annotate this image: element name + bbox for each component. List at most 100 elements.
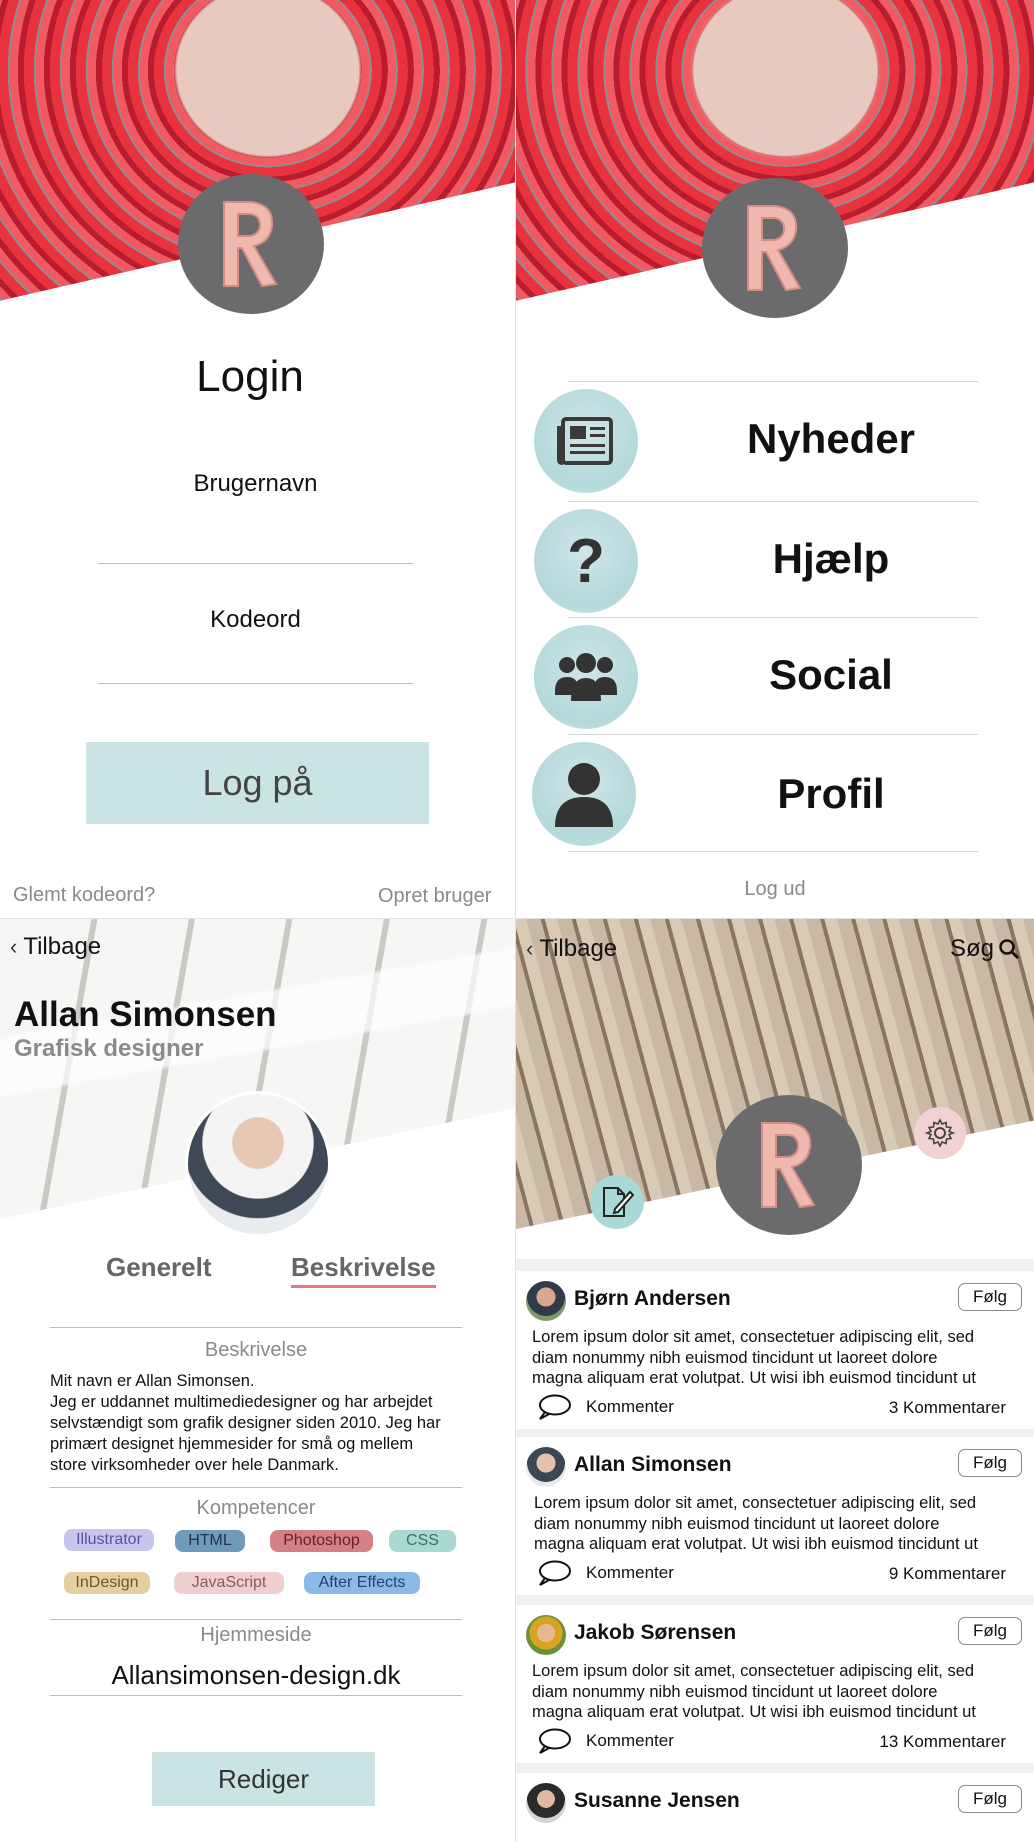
app-logo bbox=[178, 174, 324, 314]
post-text-line: Lorem ipsum dolor sit amet, consectetuer… bbox=[532, 1662, 975, 1680]
skills-title: Kompetencer bbox=[196, 1497, 316, 1519]
section-divider bbox=[50, 1695, 462, 1696]
post-text-line: Lorem ipsum dolor sit amet, consectetuer… bbox=[534, 1494, 977, 1512]
post-text-line: magna aliquam erat volutpat. Ut wisi ibh… bbox=[532, 1703, 976, 1721]
avatar bbox=[526, 1447, 566, 1487]
username-underline bbox=[98, 563, 413, 564]
post-author[interactable]: Allan Simonsen bbox=[574, 1453, 732, 1477]
skill-chip: Illustrator bbox=[64, 1529, 154, 1551]
password-underline bbox=[98, 683, 413, 684]
follow-button[interactable]: Følg bbox=[958, 1617, 1022, 1645]
login-button[interactable]: Log på bbox=[86, 742, 429, 824]
skill-chip: InDesign bbox=[64, 1572, 150, 1594]
menu-label-hjaelp: Hjælp bbox=[772, 535, 890, 582]
profile-role: Grafisk designer bbox=[14, 1035, 204, 1062]
post-text-line: diam nonummy nibh euismod tincidunt ut l… bbox=[532, 1348, 938, 1367]
back-label: Tilbage bbox=[539, 935, 618, 962]
chevron-left-icon: ‹ bbox=[526, 936, 534, 961]
question-icon: ? bbox=[534, 509, 638, 613]
avatar bbox=[526, 1783, 566, 1823]
follow-button[interactable]: Følg bbox=[958, 1785, 1022, 1813]
post-text: Lorem ipsum dolor sit amet, consectetuer… bbox=[534, 1493, 1024, 1555]
menu-label-profil: Profil bbox=[777, 770, 885, 817]
avatar bbox=[526, 1281, 566, 1321]
post-text-line: magna aliquam erat volutpat. Ut wisi ibh… bbox=[532, 1369, 976, 1387]
feed-post: Bjørn Andersen Følg Lorem ipsum dolor si… bbox=[516, 1271, 1034, 1429]
description-line: primært designet hjemmesider for små og … bbox=[50, 1435, 414, 1453]
new-post-button[interactable] bbox=[590, 1175, 644, 1229]
comment-button[interactable]: Kommenter bbox=[536, 1393, 674, 1421]
homepage-link[interactable]: Allansimonsen-design.dk bbox=[50, 1660, 462, 1691]
post-text-line: diam nonummy nibh euismod tincidunt ut l… bbox=[532, 1682, 938, 1701]
comment-label: Kommenter bbox=[586, 1731, 674, 1750]
edit-button[interactable]: Rediger bbox=[152, 1752, 375, 1806]
post-author[interactable]: Jakob Sørensen bbox=[574, 1621, 736, 1645]
skill-chip: JavaScript bbox=[174, 1572, 284, 1594]
profile-screen: ‹ Tilbage Allan Simonsen Grafisk designe… bbox=[0, 919, 515, 1842]
speech-bubble-icon bbox=[539, 1560, 571, 1586]
back-button[interactable]: ‹ Tilbage bbox=[526, 935, 617, 963]
feed-post: Allan Simonsen Følg Lorem ipsum dolor si… bbox=[516, 1437, 1034, 1595]
feed-post: Jakob Sørensen Følg Lorem ipsum dolor si… bbox=[516, 1605, 1034, 1763]
r-logo-icon bbox=[761, 1122, 816, 1209]
back-label: Tilbage bbox=[23, 933, 102, 960]
logout-link[interactable]: Log ud bbox=[516, 878, 1034, 901]
post-text-line: magna aliquam erat volutpat. Ut wisi ibh… bbox=[534, 1535, 978, 1553]
back-button[interactable]: ‹ Tilbage bbox=[10, 933, 101, 961]
menu-divider bbox=[568, 617, 978, 618]
description-text: Mit navn er Allan Simonsen. Jeg er uddan… bbox=[50, 1371, 462, 1476]
menu-label-nyheder: Nyheder bbox=[746, 415, 916, 462]
post-text-line: Lorem ipsum dolor sit amet, consectetuer… bbox=[532, 1328, 975, 1346]
profile-avatar bbox=[185, 1091, 331, 1237]
description-line: Mit navn er Allan Simonsen. bbox=[50, 1372, 255, 1390]
person-icon bbox=[532, 742, 636, 846]
menu-divider bbox=[568, 734, 978, 735]
comment-count[interactable]: 3 Kommentarer bbox=[889, 1398, 1006, 1418]
description-line: selvstændigt som grafik designer siden 2… bbox=[50, 1414, 441, 1432]
speech-bubble-icon bbox=[539, 1728, 571, 1754]
tab-generelt[interactable]: Generelt bbox=[106, 1252, 212, 1283]
settings-button[interactable] bbox=[914, 1107, 966, 1159]
skill-chip: Photoshop bbox=[270, 1530, 373, 1552]
profile-name: Allan Simonsen bbox=[14, 995, 277, 1034]
skill-chip: After Effects bbox=[304, 1572, 420, 1594]
password-field[interactable]: Kodeord bbox=[98, 606, 413, 634]
post-author[interactable]: Bjørn Andersen bbox=[574, 1287, 731, 1311]
post-text: Lorem ipsum dolor sit amet, consectetuer… bbox=[532, 1661, 1022, 1723]
follow-button[interactable]: Følg bbox=[958, 1283, 1022, 1311]
description-line: Jeg er uddannet multimediedesigner og ha… bbox=[50, 1393, 433, 1411]
username-field[interactable]: Brugernavn bbox=[98, 470, 413, 498]
comment-count[interactable]: 13 Kommentarer bbox=[879, 1732, 1006, 1752]
menu-label-social: Social bbox=[769, 651, 893, 698]
comment-button[interactable]: Kommenter bbox=[536, 1559, 674, 1587]
create-user-link[interactable]: Opret bruger bbox=[378, 885, 491, 908]
newspaper-icon bbox=[534, 389, 638, 493]
chevron-left-icon: ‹ bbox=[10, 934, 18, 959]
skill-chip: CSS bbox=[389, 1530, 456, 1552]
follow-button[interactable]: Følg bbox=[958, 1449, 1022, 1477]
feed-post: Susanne Jensen Følg bbox=[516, 1773, 1034, 1842]
comment-label: Kommenter bbox=[586, 1563, 674, 1582]
post-author[interactable]: Susanne Jensen bbox=[574, 1789, 740, 1813]
menu-divider bbox=[568, 501, 978, 502]
skill-chip: HTML bbox=[175, 1530, 245, 1552]
app-logo bbox=[716, 1095, 862, 1235]
comment-count[interactable]: 9 Kommentarer bbox=[889, 1564, 1006, 1584]
forgot-password-link[interactable]: Glemt kodeord? bbox=[13, 884, 155, 907]
menu-divider bbox=[568, 851, 978, 852]
section-divider bbox=[50, 1619, 462, 1620]
section-divider bbox=[50, 1327, 462, 1328]
section-divider bbox=[50, 1487, 462, 1488]
avatar bbox=[526, 1615, 566, 1655]
r-logo-icon bbox=[747, 205, 802, 292]
login-title: Login bbox=[196, 352, 304, 401]
comment-button[interactable]: Kommenter bbox=[536, 1727, 674, 1755]
r-logo-icon bbox=[223, 201, 278, 288]
search-label: Søg bbox=[949, 935, 994, 962]
search-button[interactable]: Søg bbox=[950, 935, 1020, 963]
app-logo bbox=[702, 178, 848, 318]
description-title: Beskrivelse bbox=[204, 1339, 308, 1361]
search-icon bbox=[999, 939, 1020, 960]
speech-bubble-icon bbox=[539, 1394, 571, 1420]
tab-beskrivelse[interactable]: Beskrivelse bbox=[291, 1252, 436, 1288]
